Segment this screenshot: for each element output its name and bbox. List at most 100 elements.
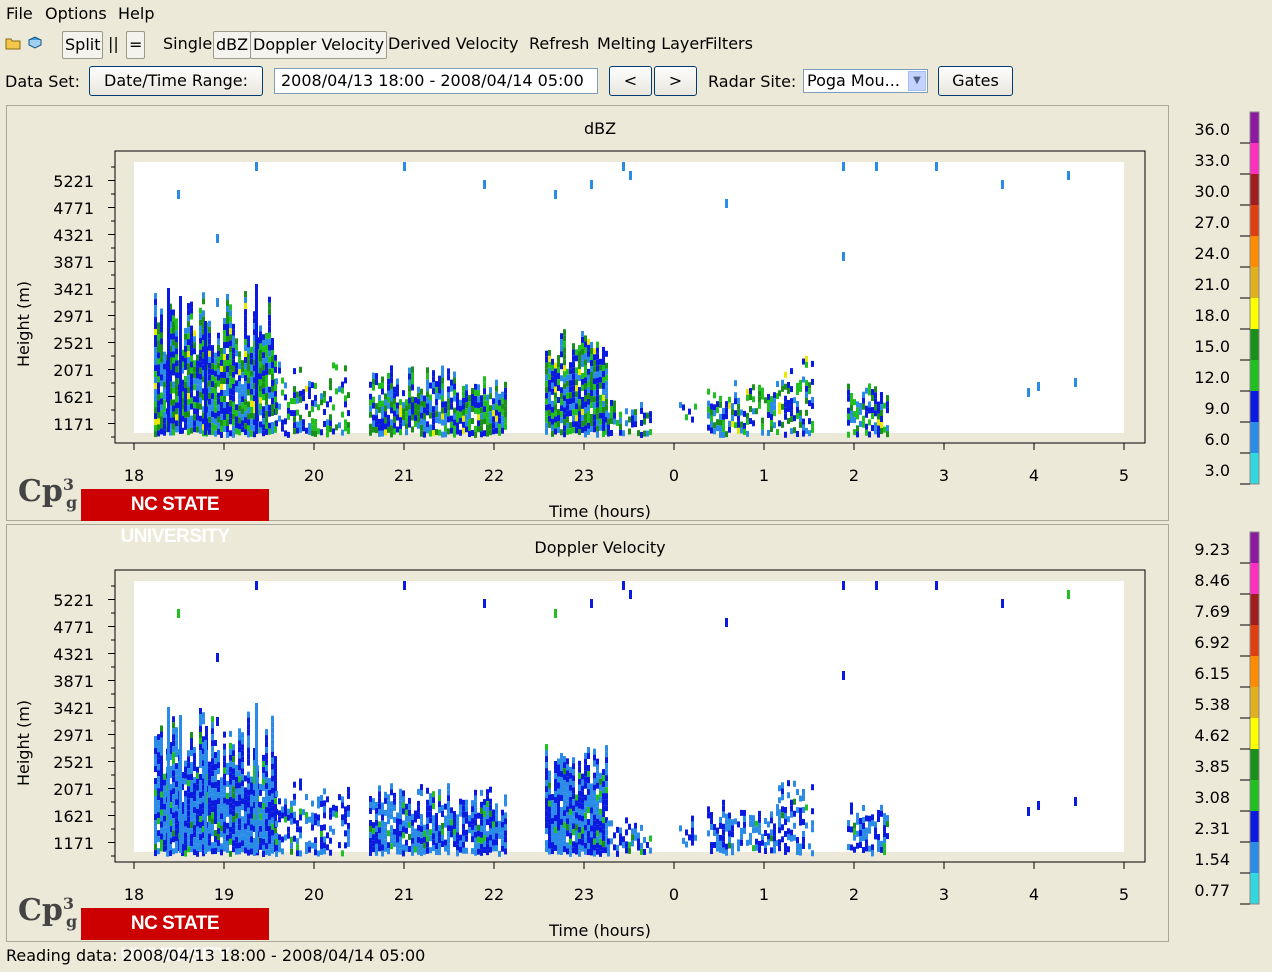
ncsu-logo-2: NC STATE UNIVERSITY [81,908,269,966]
x-tick-label: 21 [394,885,414,904]
colorbar-label: 6.0 [1205,430,1230,449]
x-tick-label: 22 [484,885,504,904]
y-tick-label: 2971 [53,307,94,326]
x-tick-label: 4 [1029,885,1039,904]
x-tick-label: 20 [304,466,324,485]
x-tick-label: 5 [1119,466,1129,485]
y-tick-label: 3871 [53,672,94,691]
chart-title: Doppler Velocity [534,538,665,557]
x-tick-label: 23 [574,885,594,904]
y-tick-label: 3421 [53,699,94,718]
x-tick-label: 19 [214,466,234,485]
y-tick-label: 1621 [53,388,94,407]
book-icon[interactable] [27,36,43,50]
colorbar-label: 1.54 [1194,850,1230,869]
date-range-field[interactable]: 2008/04/13 18:00 - 2008/04/14 05:00 [274,68,598,94]
x-tick-label: 19 [214,885,234,904]
colorbar-segment [1250,205,1259,236]
radar-site-label: Radar Site: [708,72,797,91]
colorbar-label: 2.31 [1194,819,1230,838]
colorbar-segment [1250,687,1259,718]
split-button[interactable]: Split [62,31,104,59]
y-tick-label: 1171 [53,415,94,434]
x-tick-label: 2 [849,466,859,485]
y-axis-label: Height (m) [14,700,33,786]
filters-button[interactable]: Filters [703,31,755,57]
y-tick-label: 1621 [53,807,94,826]
vertical-split-button[interactable]: || [106,31,121,57]
melting-layer-button[interactable]: Melting Layer [595,31,708,57]
y-tick-label: 2971 [53,726,94,745]
y-axis-label: Height (m) [14,281,33,367]
colorbar-label: 3.08 [1194,788,1230,807]
x-tick-label: 18 [124,466,144,485]
colorbar-segment [1250,453,1259,484]
y-tick-label: 5221 [53,172,94,191]
dbz-tab[interactable]: dBZ [213,31,252,59]
x-tick-label: 3 [939,885,949,904]
dbz-panel: dBZ 1171 1621 2071 2521 2971 3421 3871 4321 4771 5… [6,105,1169,521]
doppler-velocity-tab[interactable]: Doppler Velocity [250,31,388,59]
colorbar-svg: 9.23 8.46 7.69 6.92 6.15 5.38 4.62 3.85 3.08 2.31… [1194,531,1260,905]
colorbar-segment [1250,360,1259,391]
colorbar-segment [1250,532,1259,563]
derived-velocity-tab[interactable]: Derived Velocity [386,31,521,57]
x-tick-label: 22 [484,466,504,485]
dbz-colorbar: 36.0 33.0 30.0 27.0 24.0 21.0 18.0 15.0 12.0 9.0 6… [1172,108,1272,520]
date-time-range-button[interactable]: Date/Time Range: [89,66,263,96]
y-tick-label: 4771 [53,199,94,218]
colorbar-segment [1250,298,1259,329]
colorbar-label: 6.15 [1194,664,1230,683]
previous-button[interactable]: < [609,66,652,96]
y-tick-label: 4321 [53,226,94,245]
doppler-colorbar: 9.23 8.46 7.69 6.92 6.15 5.38 4.62 3.85 3.08 2.31… [1172,528,1272,940]
menu-options[interactable]: Options [45,4,107,23]
x-tick-label: 0 [669,466,679,485]
gates-button[interactable]: Gates [938,66,1013,96]
colorbar-segment [1250,718,1259,749]
colorbar-label: 6.92 [1194,633,1230,652]
y-tick-label: 2521 [53,753,94,772]
colorbar-label: 3.0 [1205,461,1230,480]
refresh-button[interactable]: Refresh [527,31,591,57]
x-axis-label: Time (hours) [548,921,651,940]
colorbar-label: 3.85 [1194,757,1230,776]
horizontal-split-button[interactable]: = [126,31,146,59]
y-tick-label: 3871 [53,253,94,272]
colorbar-label: 18.0 [1194,306,1230,325]
colorbar-segment [1250,656,1259,687]
chart-svg: dBZ1171162120712521297134213871432147715… [14,119,1146,520]
y-tick-label: 3421 [53,280,94,299]
cp3g-logo-2: Cp3g [18,893,78,931]
colorbar-segment [1250,422,1259,453]
x-tick-label: 3 [939,466,949,485]
y-tick-label: 4321 [53,645,94,664]
colorbar-label: 12.0 [1194,368,1230,387]
menu-help[interactable]: Help [118,4,154,23]
x-tick-label: 21 [394,466,414,485]
status-bar: Reading data: 2008/04/13 18:00 - 2008/04… [6,946,426,965]
single-button[interactable]: Single [161,31,214,57]
open-folder-icon[interactable] [5,36,21,50]
y-tick-label: 2521 [53,334,94,353]
x-tick-label: 23 [574,466,594,485]
colorbar-label: 21.0 [1194,275,1230,294]
x-tick-label: 20 [304,885,324,904]
menu-file[interactable]: File [6,4,33,23]
colorbar-segment [1250,267,1259,298]
y-tick-label: 4771 [53,618,94,637]
colorbar-segment [1250,236,1259,267]
chart-title: dBZ [584,119,616,138]
chevron-down-icon[interactable]: ▼ [908,71,926,91]
x-tick-label: 5 [1119,885,1129,904]
colorbar-segment [1250,174,1259,205]
colorbar-segment [1250,873,1259,904]
x-axis-label: Time (hours) [548,502,651,520]
menu-bar: File Options Help [0,0,1272,26]
colorbar-svg: 36.0 33.0 30.0 27.0 24.0 21.0 18.0 15.0 12.0 9.0 6… [1194,111,1260,485]
radar-site-select[interactable]: Poga Mou... ▼ [803,69,928,93]
doppler-panel: Doppler Velocity 1171 1621 2071 2521 2971 3421… [6,524,1169,942]
colorbar-segment [1250,391,1259,422]
next-button[interactable]: > [654,66,697,96]
y-tick-label: 5221 [53,591,94,610]
